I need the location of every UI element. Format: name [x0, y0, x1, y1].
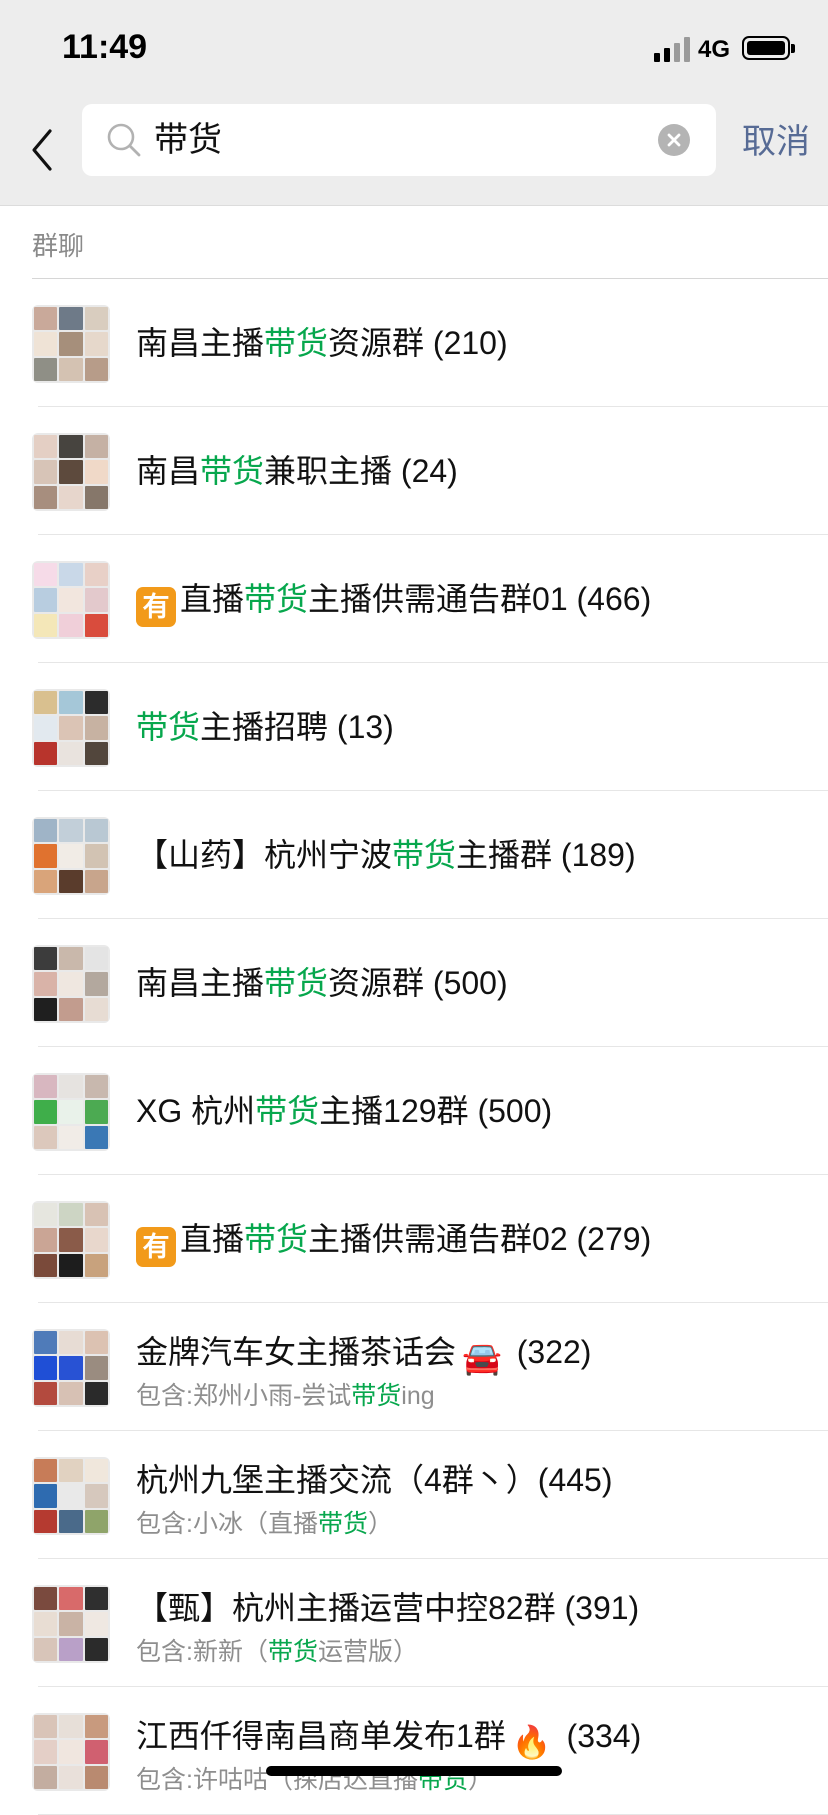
group-chat-row[interactable]: XG 杭州带货主播129群 (500) [0, 1047, 828, 1175]
group-chat-list: 南昌主播带货资源群 (210) 南昌带货兼职主播 (24) 有直播带货主播供需通告群… [0, 279, 828, 1815]
keyword-highlight: 带货 [200, 453, 265, 489]
member-match-part: 包含:新新（ [136, 1638, 268, 1666]
search-input[interactable] [154, 116, 634, 164]
group-name-text: 南昌主播 [136, 325, 265, 361]
group-avatar [32, 1713, 110, 1791]
group-avatar [32, 945, 110, 1023]
group-name: 有直播带货主播供需通告群02 (279) [136, 1218, 651, 1267]
keyword-highlight: 带货 [136, 709, 201, 745]
section-title: 群聊 [32, 231, 85, 261]
group-chat-row[interactable]: 金牌汽车女主播茶话会 🚘 (322) 包含:郑州小雨-尝试带货ing [0, 1303, 828, 1431]
keyword-highlight: 带货 [351, 1382, 402, 1410]
group-name-text: XG 杭州 [136, 1093, 256, 1129]
emoji: 🔥 [511, 1724, 552, 1760]
group-name-text: 【山药】杭州宁波 [136, 837, 393, 873]
group-avatar [32, 689, 110, 767]
battery-icon [742, 36, 795, 60]
keyword-highlight: 带货 [244, 581, 309, 617]
group-name: 【山药】杭州宁波带货主播群 (189) [136, 834, 636, 876]
member-match-text: 包含:小冰（直播带货） [136, 1507, 393, 1541]
group-chat-row[interactable]: 【甄】杭州主播运营中控82群 (391) 包含:新新（带货运营版） [0, 1559, 828, 1687]
group-name-text: 江西仟得南昌商单发布1群 [136, 1718, 506, 1754]
group-avatar [32, 1201, 110, 1279]
member-match-part: 包含:小冰（直播 [136, 1510, 318, 1538]
emoji: 🚘 [462, 1340, 502, 1376]
search-field[interactable] [82, 104, 716, 176]
group-name-text: 主播供需通告群01 (466) [308, 581, 652, 617]
chevron-left-icon [32, 129, 52, 171]
group-avatar [32, 1329, 110, 1407]
group-chat-row[interactable]: 江西仟得南昌商单发布1群 🔥 (334) 包含:许咕咕（探店达直播带货） [0, 1687, 828, 1815]
group-name-text: 南昌 [136, 453, 201, 489]
group-avatar [32, 561, 110, 639]
group-name: 南昌主播带货资源群 (500) [136, 962, 508, 1004]
group-name-text: 主播招聘 (13) [200, 709, 394, 745]
group-name: 【甄】杭州主播运营中控82群 (391) [136, 1587, 639, 1629]
group-chat-row[interactable]: 有直播带货主播供需通告群01 (466) [0, 535, 828, 663]
close-icon [667, 133, 681, 147]
member-match-part: 包含:郑州小雨-尝试 [136, 1382, 352, 1410]
group-chat-row[interactable]: 杭州九堡主播交流（4群丶）(445) 包含:小冰（直播带货） [0, 1431, 828, 1559]
group-name-text: 兼职主播 (24) [264, 453, 458, 489]
group-name: 南昌带货兼职主播 (24) [136, 450, 458, 492]
group-name-text: 南昌主播 [136, 965, 265, 1001]
group-chat-row[interactable]: 南昌带货兼职主播 (24) [0, 407, 828, 535]
keyword-highlight: 带货 [267, 1638, 318, 1666]
member-match-part: 运营版） [317, 1638, 418, 1666]
group-name-text: (322) [507, 1334, 592, 1370]
group-badge: 有 [136, 1227, 176, 1267]
group-name: 江西仟得南昌商单发布1群 🔥 (334) [136, 1715, 641, 1763]
keyword-highlight: 带货 [317, 1510, 368, 1538]
keyword-highlight: 带货 [255, 1093, 320, 1129]
group-chat-row[interactable]: 带货主播招聘 (13) [0, 663, 828, 791]
group-name-text: 资源群 (210) [328, 325, 508, 361]
group-chat-row[interactable]: 南昌主播带货资源群 (500) [0, 919, 828, 1047]
group-avatar [32, 433, 110, 511]
group-name-text: 主播群 (189) [456, 837, 636, 873]
group-name-text: 主播129群 (500) [319, 1093, 553, 1129]
group-name-text: 金牌汽车女主播茶话会 [136, 1334, 457, 1370]
group-avatar [32, 305, 110, 383]
member-match-text: 包含:新新（带货运营版） [136, 1635, 418, 1669]
status-bar: 11:49 4G [0, 0, 828, 100]
keyword-highlight: 带货 [264, 965, 329, 1001]
keyword-highlight: 带货 [264, 325, 329, 361]
status-time: 11:49 [62, 28, 148, 66]
group-avatar [32, 817, 110, 895]
group-name-text: 杭州九堡主播交流（4群丶）(445) [136, 1462, 613, 1498]
group-name-text: 资源群 (500) [328, 965, 508, 1001]
group-name: 带货主播招聘 (13) [136, 706, 394, 748]
group-name-text: 【甄】杭州主播运营中控82群 (391) [136, 1590, 640, 1626]
group-name-text: 主播供需通告群02 (279) [308, 1221, 652, 1257]
group-name-text: 直播 [180, 1221, 245, 1257]
group-name: 金牌汽车女主播茶话会 🚘 (322) [136, 1331, 591, 1379]
group-avatar [32, 1457, 110, 1535]
group-name-text: (334) [557, 1718, 642, 1754]
group-name: 杭州九堡主播交流（4群丶）(445) [136, 1459, 613, 1501]
group-avatar [32, 1073, 110, 1151]
home-indicator [266, 1766, 562, 1776]
cellular-signal-icon [654, 36, 690, 62]
keyword-highlight: 带货 [392, 837, 457, 873]
cancel-button[interactable]: 取消 [742, 118, 810, 166]
group-avatar [32, 1585, 110, 1663]
group-name: 有直播带货主播供需通告群01 (466) [136, 578, 651, 627]
back-button[interactable] [28, 120, 68, 180]
group-badge: 有 [136, 587, 176, 627]
clear-search-button[interactable] [658, 124, 690, 156]
group-name-text: 直播 [180, 581, 245, 617]
member-match-text: 包含:郑州小雨-尝试带货ing [136, 1379, 435, 1413]
member-match-part: ing [401, 1382, 435, 1410]
member-match-part: ） [367, 1510, 393, 1538]
group-chat-row[interactable]: 南昌主播带货资源群 (210) [0, 279, 828, 407]
group-name: 南昌主播带货资源群 (210) [136, 322, 508, 364]
search-bar: 取消 [0, 100, 828, 206]
keyword-highlight: 带货 [244, 1221, 309, 1257]
search-icon [107, 123, 141, 157]
group-chat-row[interactable]: 有直播带货主播供需通告群02 (279) [0, 1175, 828, 1303]
network-type: 4G [698, 36, 731, 63]
group-name: XG 杭州带货主播129群 (500) [136, 1090, 552, 1132]
group-chat-row[interactable]: 【山药】杭州宁波带货主播群 (189) [0, 791, 828, 919]
